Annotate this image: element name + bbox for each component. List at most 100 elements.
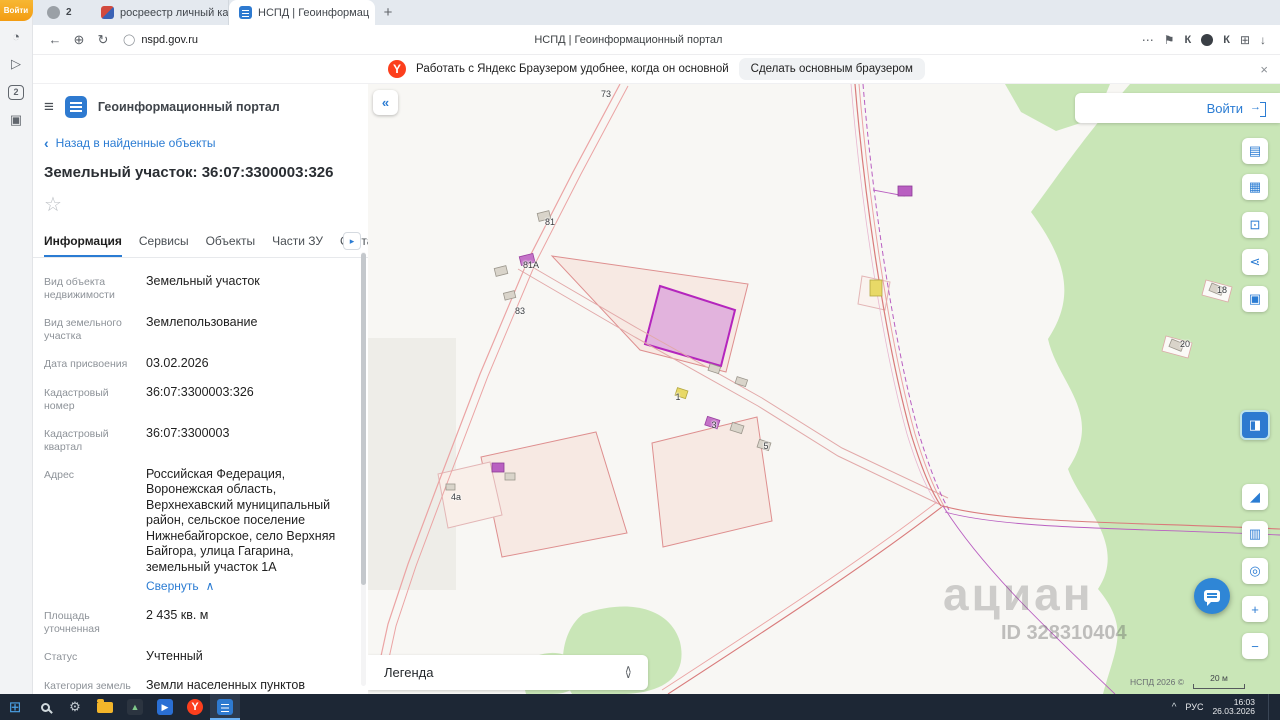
video-icon[interactable]: ▷: [0, 51, 33, 77]
field-label: Адрес: [44, 468, 75, 481]
map-label-1: 1: [675, 392, 681, 402]
reload-icon[interactable]: ↻: [91, 32, 115, 48]
object-info-panel: ≡ Геоинформационный портал ‹ Назад в най…: [33, 84, 368, 694]
field-row: Кадастровый номер 36:07:3300003:326: [44, 385, 354, 413]
taskbar-search-button[interactable]: [30, 694, 60, 720]
layers-button[interactable]: ▤: [1242, 138, 1268, 164]
field-label: Вид объекта недвижимости: [44, 276, 115, 301]
legend-title: Легенда: [384, 665, 434, 680]
field-value: 03.02.2026: [146, 356, 209, 370]
zoom-out-button[interactable]: −: [1242, 633, 1268, 659]
legend-toggle-icon[interactable]: ∧ ∨: [625, 664, 632, 680]
history-icon[interactable]: ◔: [0, 23, 33, 49]
browser-tab-group[interactable]: 2: [37, 0, 91, 25]
globe-icon: ◯: [123, 34, 136, 46]
kinopoisk-icon[interactable]: К: [1223, 34, 1230, 46]
scrollbar-thumb[interactable]: [361, 253, 366, 585]
site-badge-icon[interactable]: ⊕: [67, 32, 91, 48]
field-row: Дата присвоения 03.02.2026: [44, 356, 354, 372]
start-button[interactable]: ⊞: [0, 694, 30, 720]
chat-button[interactable]: [1194, 578, 1230, 614]
taskbar-tray: ^ РУС 16:03 26.03.2026: [1172, 694, 1280, 720]
panel-tab-Объекты[interactable]: Объекты: [206, 225, 256, 257]
panel-scrollbar[interactable]: [361, 252, 366, 686]
portal-logo-icon[interactable]: [64, 96, 87, 118]
notifications-badge[interactable]: 2: [0, 79, 33, 105]
zoom-in-button[interactable]: +: [1242, 596, 1268, 622]
browser-notification-bar: Y Работать с Яндекс Браузером удобнее, к…: [33, 55, 1280, 84]
url-text: nspd.gov.ru: [141, 33, 198, 46]
browser-tab-rosreestr[interactable]: росреестр личный каби: [91, 0, 229, 25]
panel-tab-Части ЗУ[interactable]: Части ЗУ: [272, 225, 323, 257]
tab-favicon-icon: [47, 6, 60, 19]
screenshot-icon[interactable]: ▣: [0, 107, 33, 133]
make-default-browser-button[interactable]: Сделать основным браузером: [738, 58, 925, 80]
taskbar-app-yandex[interactable]: Y: [180, 694, 210, 720]
panel-tab-Сервисы[interactable]: Сервисы: [139, 225, 189, 257]
tray-expand-icon[interactable]: ^: [1172, 702, 1177, 713]
tabs-scroll-right-button[interactable]: ▸: [343, 232, 361, 250]
panel-tab-Информация[interactable]: Информация: [44, 225, 122, 257]
omnibox[interactable]: ◯ nspd.gov.ru НСПД | Геоинформационный п…: [115, 28, 1142, 52]
legend-panel[interactable]: Легенда ∧ ∨: [368, 655, 648, 690]
field-value: Российская Федерация, Воронежская област…: [146, 466, 336, 574]
search-area-button[interactable]: ◎: [1242, 558, 1268, 584]
more-actions-icon[interactable]: ⋯: [1142, 33, 1154, 47]
field-value: Земли населенных пунктов: [146, 677, 305, 692]
base-layer-button[interactable]: ▥: [1242, 521, 1268, 547]
map-label-81: 81: [544, 217, 556, 227]
tab-group-count: 2: [66, 7, 72, 18]
portal-header: ≡ Геоинформационный портал: [33, 84, 368, 118]
map-copyright: НСПД 2026 ©: [1129, 677, 1184, 687]
map-label-73: 73: [600, 89, 612, 99]
taskbar-app-photos[interactable]: ▲: [120, 694, 150, 720]
cadastral-map-svg[interactable]: [368, 84, 1280, 694]
back-to-results-link[interactable]: ‹ Назад в найденные объекты: [44, 135, 357, 151]
language-indicator[interactable]: РУС: [1185, 702, 1203, 712]
bookmark-icon[interactable]: ⚑: [1164, 33, 1175, 47]
addressbar-actions: ⋯ ⚑ К К ⊞ ↓: [1142, 33, 1270, 47]
my-location-button[interactable]: ◢: [1242, 484, 1268, 510]
new-tab-button[interactable]: +: [375, 0, 401, 25]
taskbar-app-settings[interactable]: ⚙: [60, 694, 90, 720]
portal-title: Геоинформационный портал: [97, 100, 280, 114]
back-icon[interactable]: ←: [43, 32, 67, 47]
chevron-up-icon: ∧: [205, 579, 215, 593]
yandex-service-icon[interactable]: К: [1185, 34, 1192, 46]
scale-line: [1193, 684, 1245, 689]
field-value: Земельный участок: [146, 274, 260, 288]
field-value: 36:07:3300003:326: [146, 384, 254, 399]
base-maps-button[interactable]: ▦: [1242, 174, 1268, 200]
chat-bubble-icon: [1204, 590, 1220, 606]
taskbar-app-nspd[interactable]: [210, 694, 240, 720]
clock[interactable]: 16:03 26.03.2026: [1212, 697, 1255, 717]
scale-label: 20 м: [1210, 673, 1228, 683]
browser-tab-nspd[interactable]: НСПД | Геоинформац: [229, 0, 375, 25]
panorama-button[interactable]: ◨: [1240, 410, 1270, 440]
map-label-20: 20: [1179, 339, 1191, 349]
taskbar-app-media[interactable]: ▶: [150, 694, 180, 720]
login-button[interactable]: Войти: [1075, 93, 1280, 123]
screen: Войти ◔ ▷ 2 ▣ 2 росреестр личный каби НС…: [0, 0, 1280, 720]
map-label-4а: 4а: [450, 492, 462, 502]
measure-button[interactable]: ⊡: [1242, 212, 1268, 238]
field-value: 36:07:3300003: [146, 425, 230, 440]
rosreestr-favicon-icon: [101, 6, 114, 19]
yandex-login-badge[interactable]: Войти: [0, 0, 33, 21]
close-icon[interactable]: ×: [1260, 62, 1268, 77]
print-button[interactable]: ▣: [1242, 286, 1268, 312]
music-service-icon[interactable]: [1201, 33, 1214, 46]
map-label-83: 83: [514, 306, 526, 316]
taskbar-app-explorer[interactable]: [90, 694, 120, 720]
page-title: НСПД | Геоинформационный портал: [534, 33, 723, 46]
field-collapse-link[interactable]: Свернуть ∧: [146, 579, 214, 593]
share-button[interactable]: ⋖: [1242, 249, 1268, 275]
downloads-icon[interactable]: ↓: [1260, 33, 1266, 47]
show-desktop-button[interactable]: [1268, 694, 1272, 720]
extensions-icon[interactable]: ⊞: [1240, 33, 1250, 47]
collapse-panel-button[interactable]: «: [373, 90, 398, 115]
field-row: Адрес Российская Федерация, Воронежская …: [44, 467, 354, 596]
browser-addressbar: ← ⊕ ↻ ◯ nspd.gov.ru НСПД | Геоинформацио…: [33, 25, 1280, 55]
menu-icon[interactable]: ≡: [44, 97, 54, 117]
favorite-star-icon[interactable]: ☆: [44, 192, 64, 217]
